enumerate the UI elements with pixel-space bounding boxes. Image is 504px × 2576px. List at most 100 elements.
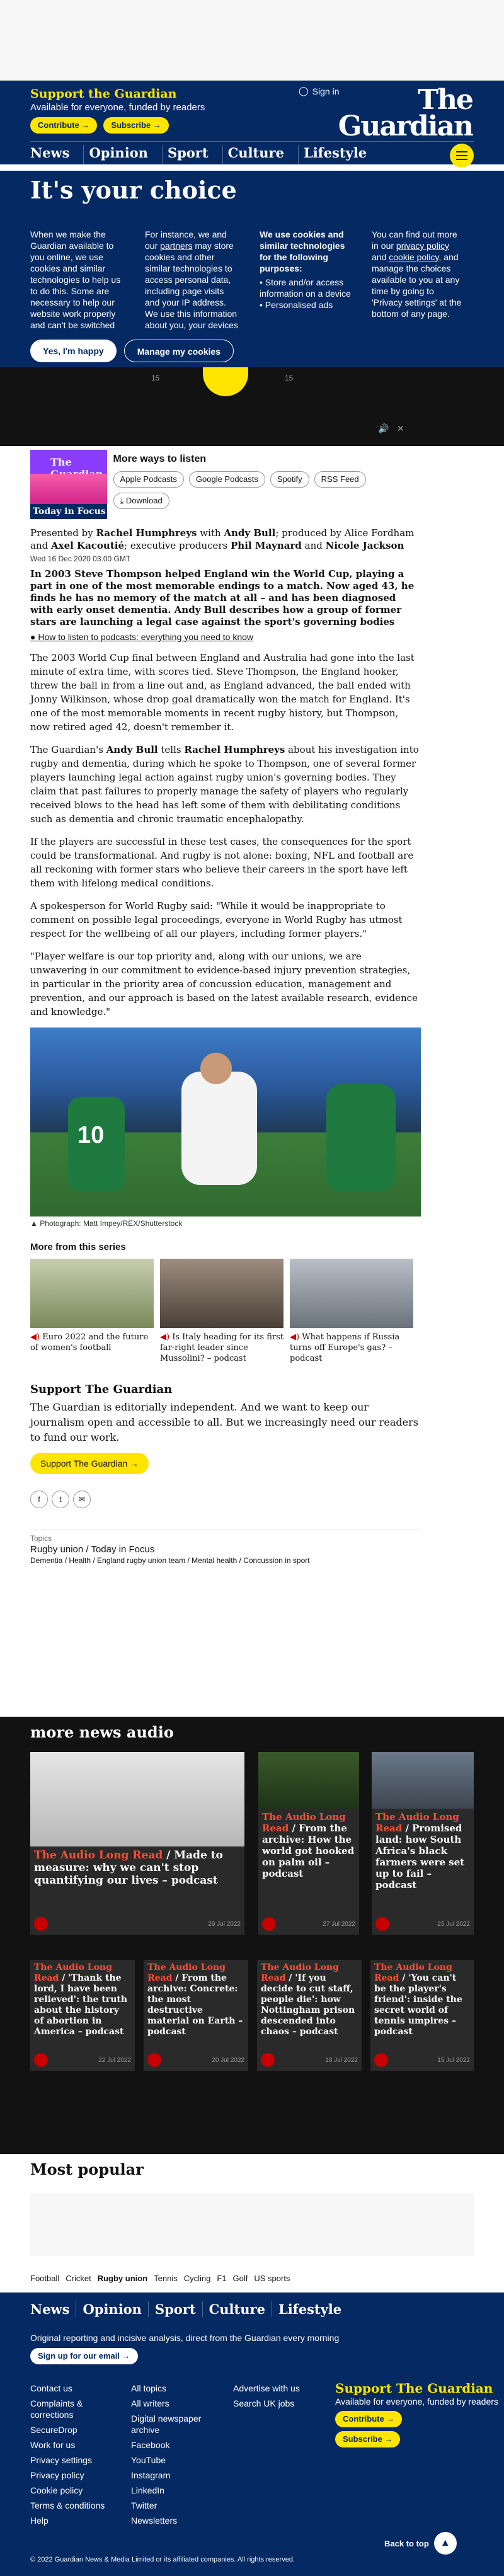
more-audio-title: more news audio	[30, 1723, 174, 1741]
footer-support: Support The Guardian Available for every…	[335, 2381, 498, 2447]
audio-card[interactable]: The Audio Long Read / From the archive: …	[144, 1960, 248, 2071]
play-icon[interactable]	[34, 2053, 48, 2067]
menu-button[interactable]	[450, 144, 474, 168]
cookie-consent-banner: It's your choice When we make the Guardi…	[0, 170, 504, 367]
copyright: © 2022 Guardian News & Media Limited or …	[30, 2556, 295, 2563]
subnav-rugby-union[interactable]: Rugby union	[98, 2274, 147, 2283]
subnav-cycling[interactable]: Cycling	[184, 2274, 211, 2283]
play-icon[interactable]	[375, 1917, 389, 1931]
podcast-artwork: The Guardian Today in Focus	[30, 450, 107, 519]
audio-card[interactable]: The Audio Long Read / 'If you decide to …	[257, 1960, 362, 2071]
play-icon[interactable]	[147, 2053, 161, 2067]
support-guardian-button[interactable]: Support The Guardian →	[30, 1453, 149, 1474]
volume-icon[interactable]: 🔊	[378, 424, 389, 434]
subnav-tennis[interactable]: Tennis	[154, 2274, 178, 2283]
email-signup-button[interactable]: Sign up for our email →	[30, 2348, 138, 2364]
mute-icon[interactable]: ✕	[397, 424, 404, 434]
manage-cookies-button[interactable]: Manage my cookies	[123, 340, 234, 362]
series-card[interactable]: ◀) What happens if Russia turns off Euro…	[290, 1259, 413, 1364]
nav-opinion[interactable]: Opinion	[83, 145, 155, 164]
consent-col-1: When we make the Guardian available to y…	[30, 229, 121, 330]
footer-nav-lifestyle[interactable]: Lifestyle	[271, 2301, 348, 2317]
subscribe-button[interactable]: Subscribe →	[103, 117, 169, 134]
play-icon[interactable]	[374, 2053, 388, 2067]
audio-card[interactable]: The Audio Long Read / 'You can't be the …	[370, 1960, 474, 2071]
series-title: More from this series	[30, 1242, 126, 1252]
skip-forward-button[interactable]: 15	[285, 374, 293, 382]
more-news-audio: more news audio The Audio Long Read / Ma…	[0, 1717, 504, 2154]
main-nav: News Opinion Sport Culture Lifestyle	[30, 141, 474, 164]
subnav-football[interactable]: Football	[30, 2274, 59, 2283]
podcast-help-link[interactable]: ● How to listen to podcasts: everything …	[30, 632, 421, 642]
series-card[interactable]: ◀) Is Italy heading for its first far-ri…	[160, 1259, 284, 1364]
support-heading: Support The Guardian	[30, 1383, 173, 1396]
back-to-top-button[interactable]: Back to top ▲	[384, 2532, 457, 2555]
facebook-share-icon[interactable]: f	[30, 1491, 48, 1508]
spotify-button[interactable]: Spotify	[270, 471, 309, 488]
cookie-policy-link[interactable]: cookie policy	[389, 252, 438, 262]
play-icon[interactable]	[261, 2053, 275, 2067]
audio-icon: ◀)	[160, 1332, 170, 1342]
newsletter-description: Original reporting and incisive analysis…	[30, 2333, 340, 2343]
consent-col-2: For instance, we and our partners may st…	[145, 229, 238, 330]
topics-main-link[interactable]: Rugby union / Today in Focus	[30, 1544, 421, 1555]
guardian-logo[interactable]: The Guardian	[338, 86, 474, 140]
audio-card[interactable]: The Audio Long Read / From the archive: …	[258, 1752, 359, 1935]
accept-cookies-button[interactable]: Yes, I'm happy	[30, 340, 117, 362]
most-popular-title: Most popular	[30, 2160, 144, 2178]
footer-nav-news[interactable]: News	[30, 2301, 76, 2317]
consent-title: It's your choice	[30, 176, 237, 204]
subnav-f1[interactable]: F1	[217, 2274, 226, 2283]
article-body: The 2003 World Cup final between England…	[30, 652, 419, 1017]
subnav-us-sports[interactable]: US sports	[254, 2274, 290, 2283]
sign-in-link[interactable]: ◯ Sign in	[299, 86, 339, 96]
partners-link[interactable]: partners	[160, 241, 192, 251]
email-share-icon[interactable]: ✉	[73, 1491, 91, 1508]
standfirst: In 2003 Steve Thompson helped England wi…	[30, 568, 415, 627]
skip-back-button[interactable]: 15	[151, 374, 159, 382]
audio-icon: ◀)	[30, 1332, 40, 1342]
article-main: The Guardian Today in Focus More ways to…	[30, 446, 421, 1565]
footer-nav-sport[interactable]: Sport	[147, 2301, 202, 2317]
top-ad-slot	[0, 0, 504, 81]
subnav-golf[interactable]: Golf	[233, 2274, 248, 2283]
series-card[interactable]: ◀) Euro 2022 and the future of women's f…	[30, 1259, 154, 1364]
play-icon[interactable]	[262, 1917, 276, 1931]
rss-feed-button[interactable]: RSS Feed	[314, 471, 366, 488]
audio-card[interactable]: The Audio Long Read / 'Thank the lord, I…	[30, 1960, 135, 2071]
topics-sub-links[interactable]: Dementia / Health / England rugby union …	[30, 1556, 421, 1565]
most-popular: Most popular	[0, 2154, 504, 2274]
twitter-share-icon[interactable]: t	[52, 1491, 69, 1508]
support-title: Support the Guardian	[30, 87, 177, 101]
footer-links-2: All topics All writers Digital newspaper…	[131, 2383, 202, 2526]
privacy-policy-link[interactable]: privacy policy	[396, 241, 449, 251]
nav-lifestyle[interactable]: Lifestyle	[297, 145, 374, 164]
footer-nav-culture[interactable]: Culture	[202, 2301, 272, 2317]
apple-podcasts-button[interactable]: Apple Podcasts	[113, 471, 184, 488]
play-button[interactable]	[203, 367, 248, 396]
consent-col-3: We use cookies and similar technologies …	[260, 229, 351, 310]
audio-card[interactable]: The Audio Long Read / Made to measure: w…	[30, 1752, 244, 1935]
nav-culture[interactable]: Culture	[222, 145, 292, 164]
footer-contribute-button[interactable]: Contribute →	[335, 2411, 403, 2427]
topics: Topics Rugby union / Today in Focus Deme…	[30, 1530, 421, 1565]
hamburger-icon	[456, 151, 467, 160]
download-button[interactable]: ⤓ Download	[113, 493, 169, 509]
footer-links-1: Contact us Complaints & corrections Secu…	[30, 2383, 105, 2526]
subnav-cricket[interactable]: Cricket	[66, 2274, 91, 2283]
presenter-link[interactable]: Rachel Humphreys	[184, 744, 285, 755]
nav-sport[interactable]: Sport	[161, 145, 216, 164]
nav-news[interactable]: News	[30, 145, 77, 164]
contribute-button[interactable]: Contribute →	[30, 117, 98, 134]
publish-date: Wed 16 Dec 2020 03.00 GMT	[30, 554, 131, 563]
footer-nav-opinion[interactable]: Opinion	[76, 2301, 147, 2317]
audio-card[interactable]: The Audio Long Read / Promised land: how…	[372, 1752, 474, 1935]
google-podcasts-button[interactable]: Google Podcasts	[188, 471, 265, 488]
masthead: Support the Guardian Available for every…	[0, 81, 504, 164]
play-icon[interactable]	[34, 1917, 48, 1931]
author-link[interactable]: Andy Bull	[106, 744, 158, 755]
share-buttons: f t ✉	[30, 1491, 421, 1508]
consent-col-4: You can find out more in our privacy pol…	[372, 229, 462, 319]
footer-subscribe-button[interactable]: Subscribe →	[335, 2431, 401, 2447]
user-icon: ◯	[299, 86, 309, 96]
